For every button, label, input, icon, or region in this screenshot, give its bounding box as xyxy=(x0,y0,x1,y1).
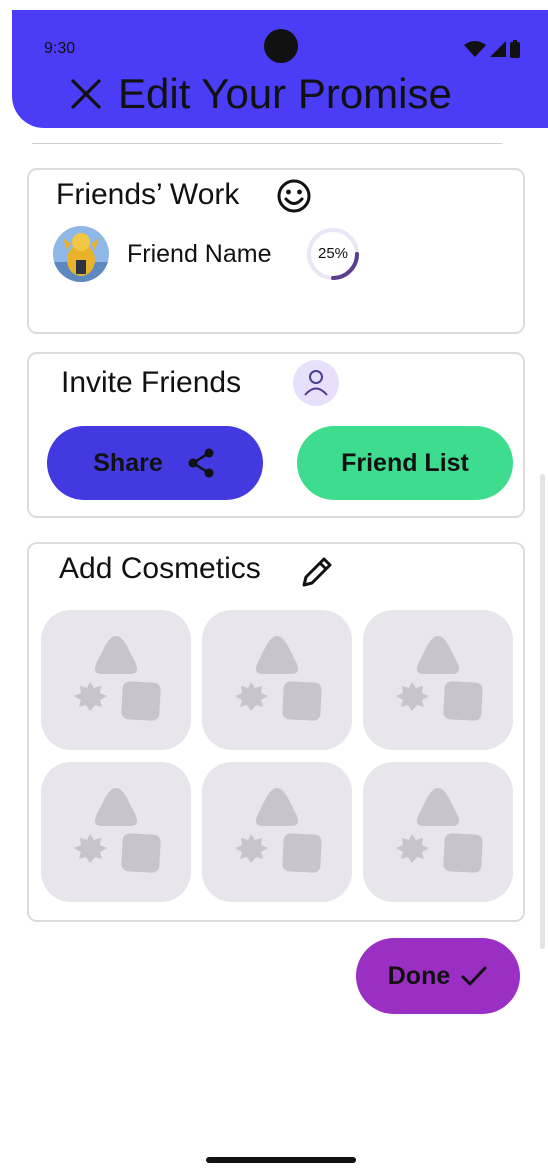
shapes-placeholder-icon xyxy=(396,636,483,721)
pencil-icon[interactable] xyxy=(299,554,335,590)
status-time: 9:30 xyxy=(44,40,76,57)
friend-list-button[interactable]: Friend List xyxy=(297,426,513,500)
add-cosmetics-title: Add Cosmetics xyxy=(59,552,261,585)
page-title: Edit Your Promise xyxy=(118,70,452,117)
add-cosmetics-card: Add Cosmetics xyxy=(27,542,525,922)
friend-list-label: Friend List xyxy=(341,448,469,477)
shapes-placeholder-icon xyxy=(235,788,322,873)
share-icon xyxy=(188,448,214,478)
avatar[interactable] xyxy=(53,226,109,282)
person-icon[interactable] xyxy=(293,360,339,406)
cosmetic-slot[interactable] xyxy=(41,762,191,902)
share-label: Share xyxy=(93,448,163,477)
smiley-icon xyxy=(277,179,311,213)
shapes-placeholder-icon xyxy=(74,636,161,721)
shapes-placeholder-icon xyxy=(235,636,322,721)
done-button[interactable]: Done xyxy=(356,938,520,1014)
shapes-placeholder-icon xyxy=(74,788,161,873)
battery-icon xyxy=(510,40,520,58)
progress-label: 25% xyxy=(317,245,349,262)
shapes-placeholder-icon xyxy=(396,788,483,873)
share-button[interactable]: Share xyxy=(47,426,263,500)
wifi-icon xyxy=(464,41,486,57)
home-indicator[interactable] xyxy=(206,1157,356,1163)
camera-cutout xyxy=(264,29,298,63)
invite-friends-card: Invite Friends Share Friend List xyxy=(27,352,525,518)
signal-icon xyxy=(490,41,506,57)
cosmetic-slot[interactable] xyxy=(41,610,191,750)
friend-progress-ring: 25% xyxy=(305,226,361,282)
close-icon[interactable] xyxy=(70,78,102,110)
app-header: 9:30 Edit Your Promise xyxy=(12,10,548,128)
done-label: Done xyxy=(387,961,451,990)
divider xyxy=(32,143,502,144)
cosmetic-slot[interactable] xyxy=(363,610,513,750)
check-icon xyxy=(461,966,487,986)
friends-work-title: Friends’ Work xyxy=(56,178,240,211)
invite-friends-title: Invite Friends xyxy=(61,366,242,399)
friend-name: Friend Name xyxy=(127,240,272,268)
header-title-row: Edit Your Promise xyxy=(70,70,452,118)
cosmetic-slot[interactable] xyxy=(363,762,513,902)
cosmetic-slot[interactable] xyxy=(202,610,352,750)
scrollbar[interactable] xyxy=(540,474,545,949)
cosmetic-slot[interactable] xyxy=(202,762,352,902)
friends-work-card: Friends’ Work Friend Name 25% xyxy=(27,168,525,334)
status-icons xyxy=(464,40,520,58)
